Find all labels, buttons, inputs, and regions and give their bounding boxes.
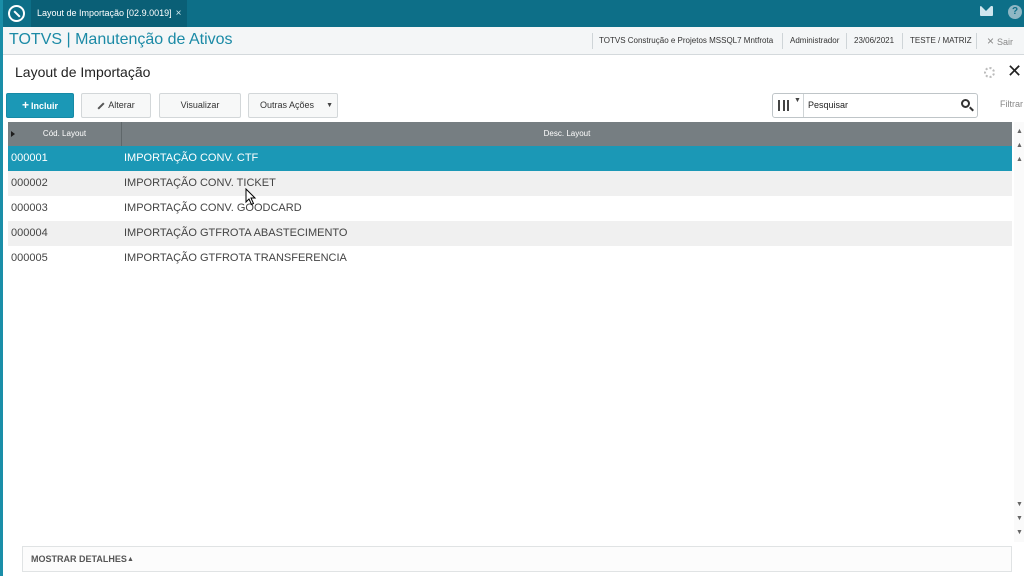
exit-icon: × <box>987 34 995 48</box>
mouse-cursor-icon <box>245 188 257 206</box>
more-actions-label: Outras Ações <box>259 100 315 110</box>
chevron-down-icon: ▼ <box>794 97 801 104</box>
scroll-down-icon[interactable]: ▼ <box>1016 515 1023 523</box>
vertical-scrollbar[interactable]: ▲ ▲ ▲ ▼ ▼ ▼ <box>1014 122 1024 542</box>
header-divider <box>846 33 847 49</box>
top-tab-bar: Layout de Importação [02.9.0019] × ? <box>3 0 1024 27</box>
table-row[interactable]: 000003 IMPORTAÇÃO CONV. GOODCARD <box>8 196 1012 221</box>
details-footer[interactable]: MOSTRAR DETALHES ▲ <box>22 546 1012 572</box>
scroll-page-up-icon[interactable]: ▲ <box>1016 156 1023 164</box>
module-title: TOTVS | Manutenção de Ativos <box>9 31 233 48</box>
show-details-label: MOSTRAR DETALHES <box>31 554 127 564</box>
date-info: 23/06/2021 <box>854 36 895 45</box>
company-info: TOTVS Construção e Projetos MSSQL7 Mntfr… <box>599 36 774 45</box>
mail-icon[interactable] <box>980 6 993 16</box>
include-label: Incluir <box>31 101 59 111</box>
header-divider <box>976 33 977 49</box>
search-box: ▼ Pesquisar <box>772 93 978 118</box>
cell-desc: IMPORTAÇÃO CONV. GOODCARD <box>124 202 302 214</box>
gear-icon[interactable] <box>984 67 995 78</box>
scroll-page-down-icon[interactable]: ▼ <box>1016 501 1023 509</box>
cell-desc: IMPORTAÇÃO GTFROTA TRANSFERENCIA <box>124 252 347 264</box>
close-icon[interactable]: ✕ <box>1007 62 1022 80</box>
cell-desc: IMPORTAÇÃO GTFROTA ABASTECIMENTO <box>124 227 348 239</box>
columns-icon <box>778 100 789 111</box>
chevron-up-icon: ▲ <box>127 556 134 563</box>
table-row[interactable]: 000004 IMPORTAÇÃO GTFROTA ABASTECIMENTO <box>8 221 1012 246</box>
layout-table: Cód. Layout Desc. Layout 000001 IMPORTAÇ… <box>8 122 1012 542</box>
app-window: Layout de Importação [02.9.0019] × ? TOT… <box>0 0 1024 576</box>
pencil-icon <box>97 102 105 110</box>
page-title: Layout de Importação <box>15 64 151 80</box>
columns-selector[interactable]: ▼ <box>773 94 804 117</box>
exit-button[interactable]: × Sair <box>987 27 1013 55</box>
filter-link[interactable]: Filtrar <box>1000 99 1023 109</box>
help-icon[interactable]: ? <box>1008 5 1022 19</box>
column-header-desc[interactable]: Desc. Layout <box>122 122 1012 146</box>
cell-code: 000004 <box>11 227 48 239</box>
table-row[interactable]: 000002 IMPORTAÇÃO CONV. TICKET <box>8 171 1012 196</box>
header-divider <box>592 33 593 49</box>
include-button[interactable]: + Incluir <box>6 93 74 118</box>
table-header: Cód. Layout Desc. Layout <box>8 122 1012 146</box>
tab-layout-importacao[interactable]: Layout de Importação [02.9.0019] × <box>31 0 188 27</box>
row-indicator-icon <box>11 131 15 137</box>
cell-code: 000005 <box>11 252 48 264</box>
cell-code: 000003 <box>11 202 48 214</box>
user-info: Administrador <box>790 36 840 45</box>
search-icon[interactable] <box>961 99 970 108</box>
column-header-code[interactable]: Cód. Layout <box>8 122 122 146</box>
scroll-up-icon[interactable]: ▲ <box>1016 142 1023 150</box>
view-label: Visualizar <box>180 100 220 110</box>
tab-label: Layout de Importação [02.9.0019] <box>37 8 172 18</box>
header-divider <box>782 33 783 49</box>
header-divider <box>902 33 903 49</box>
view-button[interactable]: Visualizar <box>159 93 241 118</box>
alter-label: Alterar <box>108 100 135 110</box>
table-row[interactable]: 000001 IMPORTAÇÃO CONV. CTF <box>8 146 1012 171</box>
scroll-bottom-icon[interactable]: ▼ <box>1016 529 1023 537</box>
cell-desc: IMPORTAÇÃO CONV. CTF <box>124 152 259 164</box>
scroll-top-icon[interactable]: ▲ <box>1016 128 1023 136</box>
chevron-down-icon: ▼ <box>326 102 333 109</box>
more-actions-button[interactable]: Outras Ações ▼ <box>248 93 338 118</box>
plus-icon: + <box>21 98 29 112</box>
tab-close-icon[interactable]: × <box>176 0 182 27</box>
module-header: TOTVS | Manutenção de Ativos TOTVS Const… <box>3 27 1024 55</box>
totvs-logo-icon[interactable] <box>8 5 25 22</box>
cell-code: 000002 <box>11 177 48 189</box>
exit-label: Sair <box>997 37 1014 47</box>
cell-code: 000001 <box>11 152 48 164</box>
alter-button[interactable]: Alterar <box>81 93 151 118</box>
search-input[interactable]: Pesquisar <box>808 94 848 117</box>
branch-info: TESTE / MATRIZ <box>910 36 972 45</box>
table-row[interactable]: 000005 IMPORTAÇÃO GTFROTA TRANSFERENCIA <box>8 246 1012 271</box>
